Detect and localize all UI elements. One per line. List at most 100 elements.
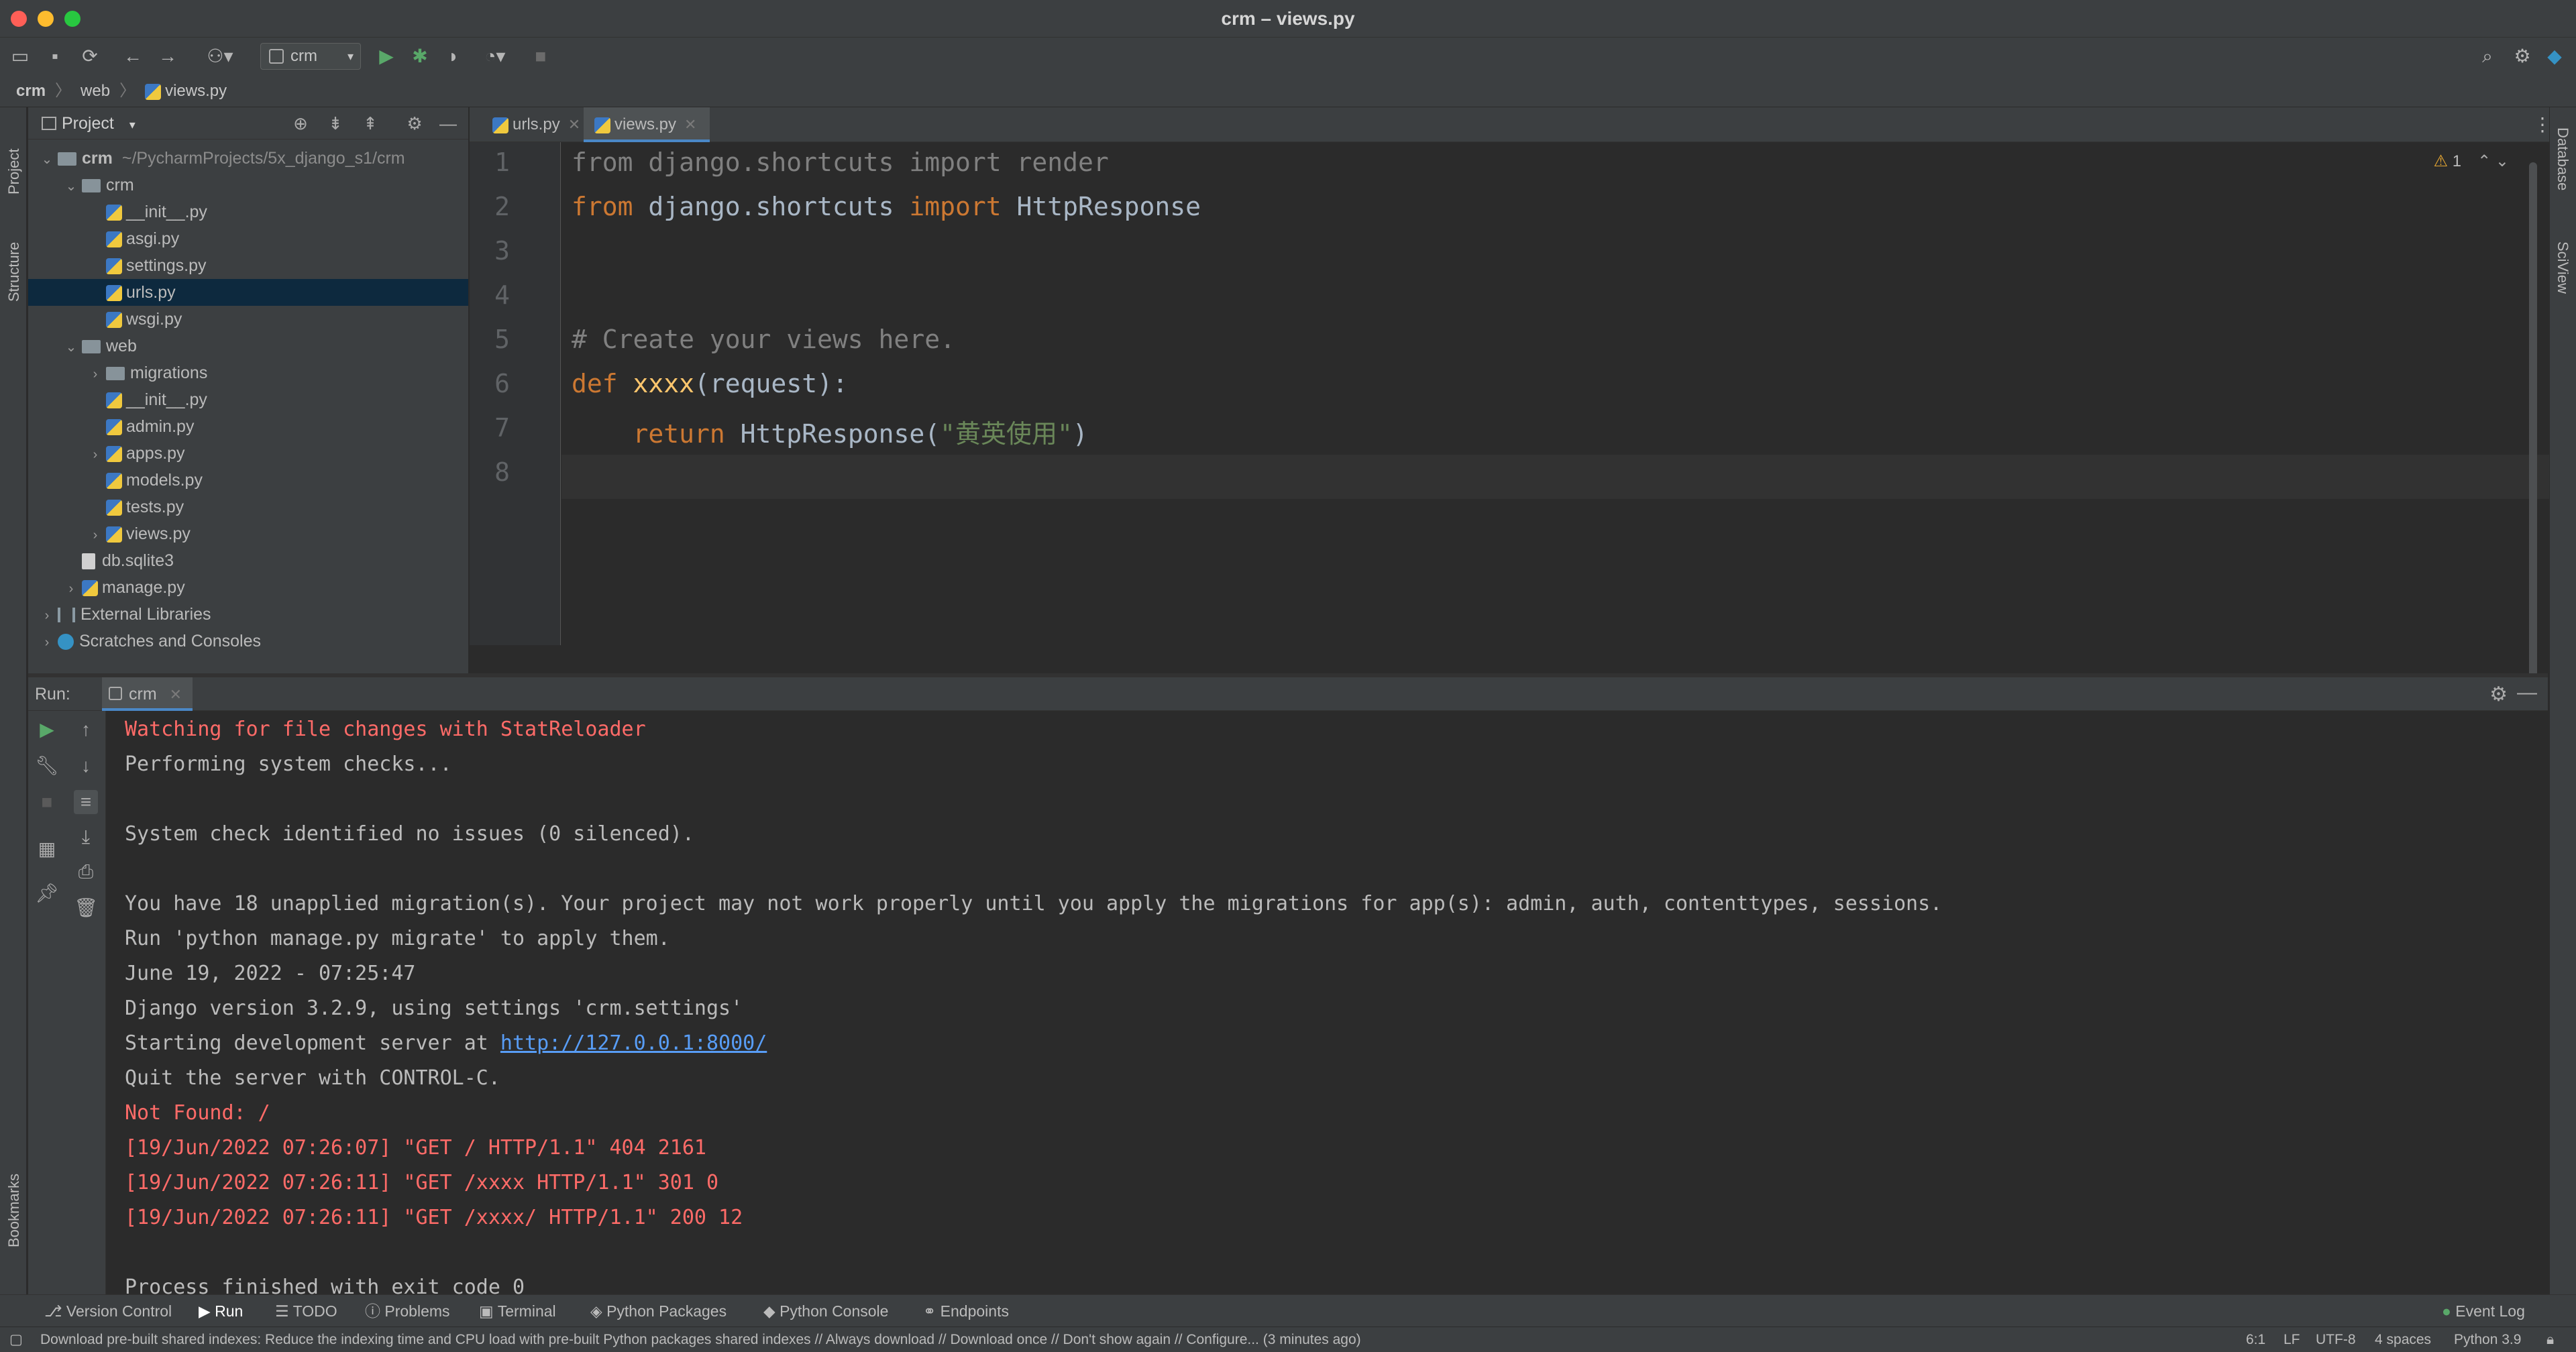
- tool-event-log[interactable]: ● Event Log: [2442, 1295, 2525, 1327]
- chevron-down-icon[interactable]: ▾: [129, 118, 136, 131]
- tree-item[interactable]: asgi.py: [28, 225, 468, 252]
- chevron-right-icon[interactable]: ›: [40, 602, 54, 629]
- scroll-to-end-icon[interactable]: ⤓: [74, 825, 98, 849]
- ide-logo-icon[interactable]: ◆: [2544, 46, 2565, 67]
- tree-item[interactable]: tests.py: [28, 494, 468, 520]
- vcs-user-icon[interactable]: ⚇▾: [201, 46, 239, 67]
- chevron-right-icon[interactable]: ›: [89, 441, 102, 468]
- lock-icon[interactable]: 🔒︎: [2546, 1327, 2554, 1352]
- tree-item[interactable]: › views.py: [28, 520, 468, 547]
- tree-item[interactable]: settings.py: [28, 252, 468, 279]
- project-tool-tab[interactable]: Project: [5, 149, 23, 194]
- tree-item[interactable]: __init__.py: [28, 386, 468, 413]
- tree-item[interactable]: wsgi.py: [28, 306, 468, 333]
- chevron-right-icon[interactable]: ›: [89, 361, 102, 388]
- run-configuration-select[interactable]: crm ▾: [260, 43, 361, 70]
- status-message[interactable]: Download pre-built shared indexes: Reduc…: [40, 1327, 1361, 1352]
- breadcrumb-item-crm[interactable]: crm: [16, 82, 46, 100]
- tree-item[interactable]: models.py: [28, 467, 468, 494]
- structure-tool-tab[interactable]: Structure: [5, 242, 23, 302]
- chevron-right-icon[interactable]: ›: [64, 575, 78, 602]
- breadcrumb-item-web[interactable]: web: [80, 82, 110, 100]
- line-separator[interactable]: LF: [2284, 1327, 2300, 1352]
- file-encoding[interactable]: UTF-8: [2316, 1327, 2356, 1352]
- rerun-icon[interactable]: ▶: [35, 718, 59, 742]
- tab-urls-py[interactable]: urls.py ✕: [482, 107, 589, 142]
- tree-item[interactable]: › manage.py: [28, 574, 468, 601]
- tool-python-console[interactable]: ◆ Python Console: [763, 1295, 888, 1327]
- tree-item[interactable]: admin.py: [28, 413, 468, 440]
- profile-icon[interactable]: ◔▾: [476, 46, 514, 67]
- tree-item[interactable]: db.sqlite3: [28, 547, 468, 574]
- debug-icon[interactable]: ✱: [409, 46, 431, 67]
- tree-item[interactable]: urls.py: [28, 279, 468, 306]
- coverage-icon[interactable]: ◗: [443, 46, 464, 67]
- tool-terminal[interactable]: ▣ Terminal: [479, 1295, 556, 1327]
- indent-setting[interactable]: 4 spaces: [2375, 1327, 2431, 1352]
- wrench-icon[interactable]: 🔧︎: [35, 754, 59, 778]
- gear-icon[interactable]: ⚙: [2512, 46, 2533, 67]
- soft-wrap-icon[interactable]: ≡: [74, 790, 98, 814]
- tool-todo[interactable]: ☰ TODO: [275, 1295, 337, 1327]
- server-url-link[interactable]: http://127.0.0.1:8000/: [500, 1031, 767, 1055]
- gear-icon[interactable]: ⚙: [2489, 683, 2508, 706]
- editor-scrollbar[interactable]: [2529, 162, 2537, 726]
- scroll-down-icon[interactable]: ↓: [74, 754, 98, 778]
- collapse-all-icon[interactable]: ⇞: [360, 113, 381, 134]
- tool-endpoints[interactable]: ⚭ Endpoints: [923, 1295, 1009, 1327]
- tree-item[interactable]: › apps.py: [28, 440, 468, 467]
- caret-position[interactable]: 6:1: [2246, 1327, 2265, 1352]
- forward-icon[interactable]: →: [157, 46, 178, 67]
- sciview-tool-tab[interactable]: SciView: [2554, 241, 2571, 294]
- stop-icon[interactable]: ■: [35, 790, 59, 814]
- tree-item[interactable]: ⌄ web: [28, 333, 468, 359]
- bookmarks-tool-tab[interactable]: Bookmarks: [5, 1174, 23, 1247]
- line-number: 6: [494, 369, 510, 398]
- locate-icon[interactable]: ⊕: [290, 113, 311, 134]
- back-icon[interactable]: ←: [122, 46, 144, 67]
- hide-panel-icon[interactable]: —: [437, 113, 459, 134]
- breadcrumb-item-views[interactable]: views.py: [165, 82, 227, 100]
- save-icon[interactable]: ▪: [44, 46, 66, 67]
- tree-item[interactable]: __init__.py: [28, 199, 468, 225]
- code-editor[interactable]: 1 2 3 4 5 6 7 8 from django.shortcuts import re…: [470, 142, 2549, 726]
- sync-icon[interactable]: ⟳: [79, 46, 101, 67]
- gear-icon[interactable]: ⚙: [404, 113, 425, 134]
- tree-item[interactable]: ⌄ crm ~/PycharmProjects/5x_django_s1/crm: [28, 145, 468, 172]
- chevron-down-icon[interactable]: ⌄: [64, 334, 78, 361]
- tree-item[interactable]: › External Libraries: [28, 601, 468, 628]
- tool-problems[interactable]: ⓘ Problems: [365, 1295, 450, 1327]
- chevron-down-icon[interactable]: ⌄: [64, 173, 78, 200]
- search-icon[interactable]: ⌕: [2477, 46, 2498, 67]
- status-toggle-icon[interactable]: ▢: [9, 1327, 23, 1352]
- chevron-right-icon[interactable]: ›: [89, 522, 102, 549]
- close-icon[interactable]: ✕: [684, 116, 696, 133]
- open-folder-icon[interactable]: ▭: [9, 46, 31, 67]
- layout-icon[interactable]: ▦: [35, 837, 59, 861]
- close-icon[interactable]: ✕: [568, 116, 580, 133]
- tree-item[interactable]: › migrations: [28, 359, 468, 386]
- pin-icon[interactable]: 📌︎: [35, 881, 59, 905]
- tool-version-control[interactable]: ⎇ Version Control: [44, 1295, 172, 1327]
- chevron-down-icon[interactable]: ⌄: [40, 146, 54, 173]
- print-icon[interactable]: ⎙: [74, 860, 98, 884]
- database-tool-tab[interactable]: Database: [2554, 127, 2571, 190]
- chevron-right-icon[interactable]: ›: [40, 629, 54, 656]
- tree-item[interactable]: ⌄ crm: [28, 172, 468, 199]
- warning-indicator[interactable]: ⚠ 1 ⌃ ⌄: [2434, 152, 2509, 171]
- stop-icon[interactable]: ■: [530, 46, 551, 67]
- tree-item[interactable]: › Scratches and Consoles: [28, 628, 468, 655]
- project-panel-title[interactable]: Project: [62, 114, 114, 133]
- more-tabs-icon[interactable]: ⋮: [2522, 107, 2552, 142]
- trash-icon[interactable]: 🗑︎: [74, 896, 98, 920]
- python-interpreter[interactable]: Python 3.9: [2454, 1327, 2521, 1352]
- expand-all-icon[interactable]: ⇟: [325, 113, 346, 134]
- scroll-up-icon[interactable]: ↑: [74, 718, 98, 742]
- tool-python-packages[interactable]: ◈ Python Packages: [590, 1295, 727, 1327]
- run-tab-crm[interactable]: crm ✕: [102, 677, 193, 711]
- run-icon[interactable]: ▶: [376, 46, 397, 67]
- tab-views-py[interactable]: views.py ✕: [584, 107, 710, 142]
- close-icon[interactable]: ✕: [170, 686, 182, 703]
- hide-panel-icon[interactable]: —: [2517, 681, 2537, 704]
- tool-run[interactable]: ▶ Run: [199, 1295, 243, 1327]
